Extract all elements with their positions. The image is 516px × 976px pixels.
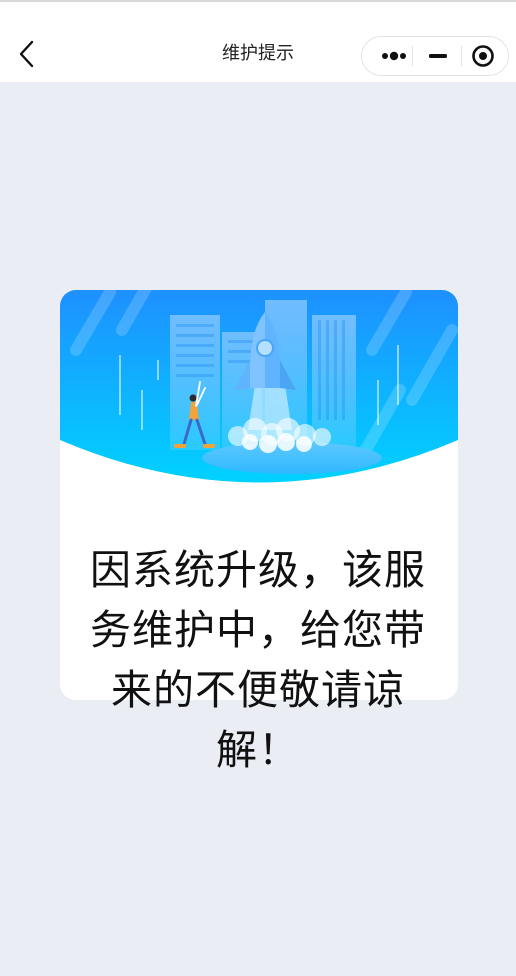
- capsule-divider: [412, 46, 413, 66]
- target-circle-icon: [472, 45, 494, 67]
- maintenance-message: 因系统升级，该服务维护中，给您带来的不便敬请谅解！: [90, 546, 426, 774]
- rocket-launch-illustration: [60, 290, 458, 483]
- minimize-button[interactable]: [414, 37, 462, 75]
- mini-program-capsule: [361, 36, 509, 76]
- navigation-bar: 维护提示: [0, 2, 516, 82]
- close-button[interactable]: [462, 37, 508, 75]
- minimize-icon: [429, 54, 447, 58]
